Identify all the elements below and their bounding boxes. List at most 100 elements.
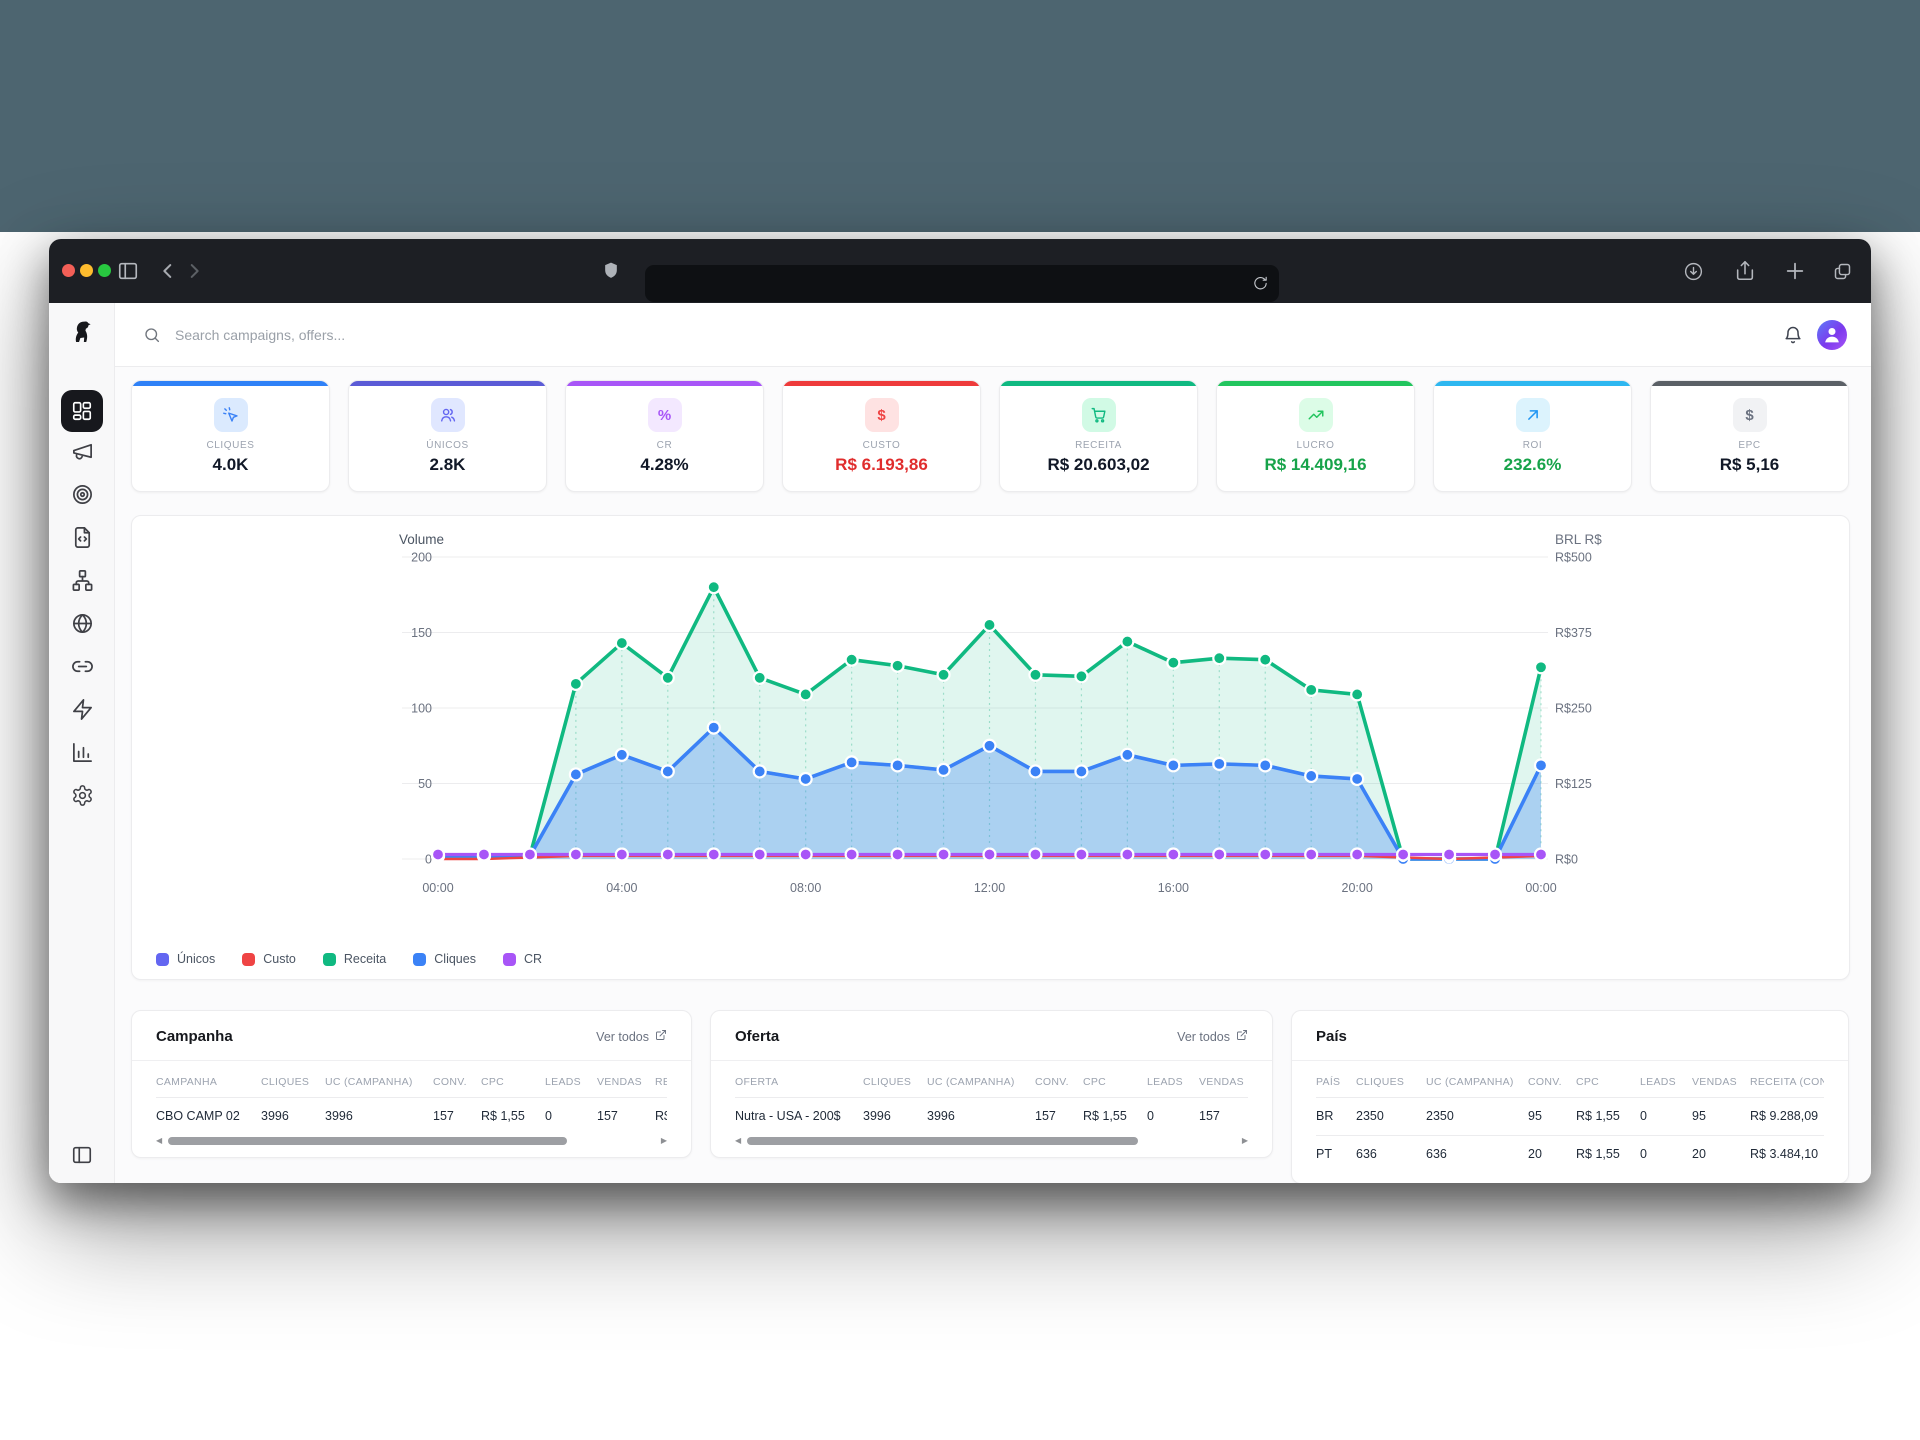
table-cell: 157 (1199, 1109, 1248, 1123)
column-header: CPC (1576, 1076, 1640, 1088)
scroll-right-arrow[interactable]: ▶ (1242, 1137, 1248, 1145)
column-header: LEADS (1147, 1076, 1199, 1088)
sidebar-item-link[interactable] (49, 647, 115, 690)
svg-text:R$0: R$0 (1555, 853, 1578, 867)
svg-text:20:00: 20:00 (1342, 881, 1373, 895)
table-card-oferta: OfertaVer todosOFERTACLIQUESUC (CAMPANHA… (710, 1010, 1273, 1158)
ver-todos-label: Ver todos (596, 1030, 649, 1044)
table-cell: Nutra - USA - 200$ (735, 1109, 863, 1123)
browser-toolbar (49, 239, 1871, 303)
minimize-window-button[interactable] (80, 264, 93, 277)
table-cell: 3996 (261, 1109, 325, 1123)
table-row: BR2350235095R$ 1,55095R$ 9.288,09 (1316, 1097, 1824, 1135)
kpi-label: CUSTO (783, 440, 980, 451)
kpi-row: CLIQUES4.0KÚNICOS2.8K%CR4.28%$CUSTOR$ 6.… (131, 380, 1850, 492)
arrow-up-right-icon (1516, 398, 1550, 432)
kpi-accent-bar (132, 381, 329, 386)
reload-icon[interactable] (1252, 275, 1269, 292)
search-input[interactable] (173, 326, 773, 344)
legend-label: Cliques (434, 952, 476, 966)
notifications-bell-icon[interactable] (1783, 325, 1803, 345)
sidebar-item-bar-chart[interactable] (49, 733, 115, 776)
tables-row: CampanhaVer todosCAMPANHACLIQUESUC (CAMP… (131, 1010, 1850, 1183)
desktop-backdrop: CLIQUES4.0KÚNICOS2.8K%CR4.28%$CUSTOR$ 6.… (0, 0, 1920, 1440)
kpi-card-roi: ROI232.6% (1433, 380, 1632, 492)
svg-text:R$500: R$500 (1555, 551, 1592, 565)
share-icon[interactable] (1734, 260, 1756, 282)
column-header: CONV. (433, 1076, 481, 1088)
table-cell: 157 (1035, 1109, 1083, 1123)
external-link-icon (655, 1029, 667, 1044)
scroll-left-arrow[interactable]: ◀ (156, 1137, 162, 1145)
zoom-window-button[interactable] (98, 264, 111, 277)
svg-text:12:00: 12:00 (974, 881, 1005, 895)
sidebar-item-target[interactable] (49, 475, 115, 518)
scroll-right-arrow[interactable]: ▶ (661, 1137, 667, 1145)
megaphone-icon (71, 440, 94, 468)
table-cell: CBO CAMP 02 (156, 1109, 261, 1123)
sidebar-item-settings[interactable] (49, 776, 115, 819)
kpi-card-únicos: ÚNICOS2.8K (348, 380, 547, 492)
url-bar[interactable] (645, 265, 1279, 302)
kpi-value: R$ 14.409,16 (1217, 455, 1414, 475)
sidebar-item-globe[interactable] (49, 604, 115, 647)
scrollbar-thumb[interactable] (747, 1137, 1138, 1145)
legend-item-cliques[interactable]: Cliques (413, 952, 476, 966)
kpi-value: R$ 20.603,02 (1000, 455, 1197, 475)
new-tab-icon[interactable] (1784, 260, 1806, 282)
legend-item-únicos[interactable]: Únicos (156, 952, 215, 966)
column-header: CONV. (1528, 1076, 1576, 1088)
sidebar-toggle-icon[interactable] (117, 260, 139, 282)
tab-overview-icon[interactable] (1832, 261, 1853, 282)
ver-todos-label: Ver todos (1177, 1030, 1230, 1044)
table-cell: R$ 1,55 (481, 1109, 545, 1123)
kpi-card-epc: $EPCR$ 5,16 (1650, 380, 1849, 492)
downloads-icon[interactable] (1683, 261, 1704, 282)
scrollbar-thumb[interactable] (168, 1137, 567, 1145)
kpi-label: ÚNICOS (349, 440, 546, 451)
scroll-left-arrow[interactable]: ◀ (735, 1137, 741, 1145)
legend-item-receita[interactable]: Receita (323, 952, 386, 966)
file-code-icon (71, 526, 94, 554)
sidebar-item-file-code[interactable] (49, 518, 115, 561)
kpi-accent-bar (1434, 381, 1631, 386)
kpi-value: 4.28% (566, 455, 763, 475)
legend-item-custo[interactable]: Custo (242, 952, 296, 966)
collapse-sidebar-icon[interactable] (49, 1144, 115, 1171)
network-icon (71, 569, 94, 597)
kpi-label: CR (566, 440, 763, 451)
dollar-icon: $ (865, 398, 899, 432)
legend-label: Receita (344, 952, 386, 966)
user-icon (1822, 321, 1842, 349)
sidebar-item-megaphone[interactable] (49, 432, 115, 475)
scrollbar-track[interactable] (747, 1137, 1236, 1145)
svg-text:04:00: 04:00 (606, 881, 637, 895)
table-cell: 20 (1692, 1147, 1750, 1161)
trend-up-icon (1299, 398, 1333, 432)
legend-item-cr[interactable]: CR (503, 952, 542, 966)
wallpaper-band (0, 0, 1920, 232)
column-header: CONV. (1035, 1076, 1083, 1088)
scrollbar-track[interactable] (168, 1137, 655, 1145)
user-avatar[interactable] (1817, 320, 1847, 350)
table-cell: 0 (1640, 1109, 1692, 1123)
close-window-button[interactable] (62, 264, 75, 277)
shield-icon[interactable] (601, 261, 621, 281)
legend-label: CR (524, 952, 542, 966)
traffic-chart-card: 0R$050R$125100R$250150R$375200R$500Volum… (131, 515, 1850, 980)
sidebar-item-zap[interactable] (49, 690, 115, 733)
forward-icon[interactable] (183, 260, 205, 282)
table-card-campanha: CampanhaVer todosCAMPANHACLIQUESUC (CAMP… (131, 1010, 692, 1158)
legend-swatch (413, 953, 426, 966)
ver-todos-link[interactable]: Ver todos (1177, 1029, 1248, 1044)
window-controls[interactable] (62, 264, 111, 277)
ver-todos-link[interactable]: Ver todos (596, 1029, 667, 1044)
table-cell: R$ 1,55 (1576, 1147, 1640, 1161)
sidebar-item-network[interactable] (49, 561, 115, 604)
sidebar-item-dashboard[interactable] (49, 389, 115, 432)
url-input[interactable] (645, 276, 1252, 291)
app-logo[interactable] (49, 303, 115, 367)
table-title: País (1316, 1028, 1347, 1045)
column-header: LEADS (1640, 1076, 1692, 1088)
back-icon[interactable] (157, 260, 179, 282)
